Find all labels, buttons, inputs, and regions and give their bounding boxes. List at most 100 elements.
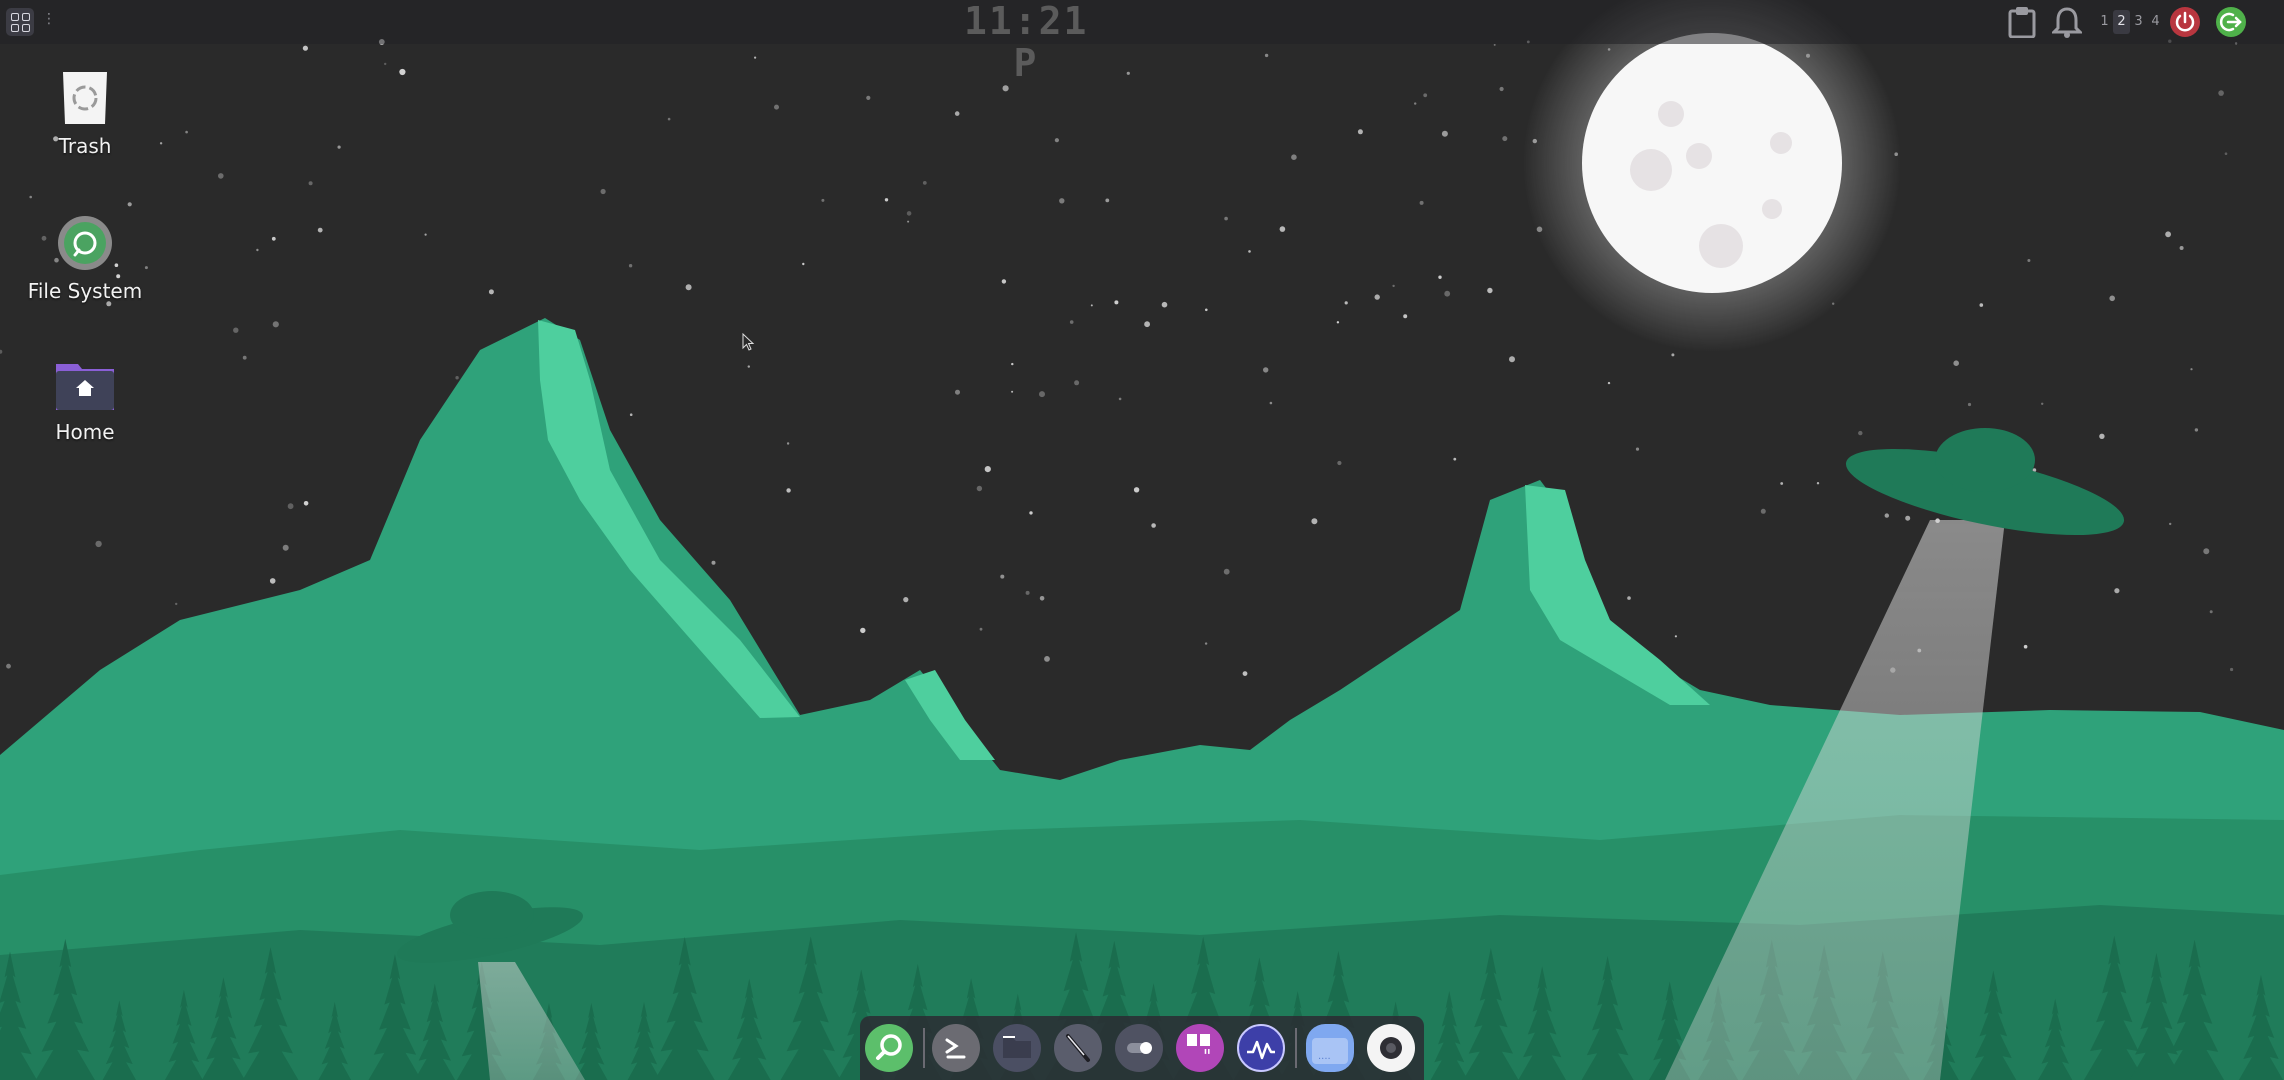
star	[317, 227, 323, 233]
workspace-1[interactable]: 1	[2096, 10, 2113, 34]
workspace-4[interactable]: 4	[2147, 10, 2164, 34]
star	[979, 627, 983, 631]
star	[1248, 250, 1251, 253]
workspace-switcher: 1 2 3 4	[2096, 10, 2164, 34]
star	[1438, 275, 1442, 279]
dock-item-folder[interactable]: ....	[1306, 1024, 1354, 1072]
desktop-icon-trash[interactable]: Trash	[10, 70, 160, 158]
star	[884, 198, 889, 202]
star	[399, 68, 406, 76]
star	[1403, 314, 1408, 319]
clipboard-icon[interactable]	[2008, 6, 2036, 38]
top-panel: ⋮ 11:21 P 1 2 3 4	[0, 0, 2284, 84]
dock-item-settings[interactable]	[1115, 1024, 1163, 1072]
star	[2179, 246, 2184, 250]
desktop-wallpaper	[0, 0, 2284, 1080]
star	[1674, 635, 1677, 638]
system-tray: 1 2 3 4	[1994, 0, 2284, 44]
power-button[interactable]	[2170, 7, 2200, 37]
star	[922, 181, 927, 185]
star	[1336, 321, 1340, 324]
star	[1414, 102, 1417, 105]
star	[308, 181, 313, 186]
star	[6, 663, 11, 669]
star	[2114, 588, 2120, 594]
dock-item-search[interactable]	[865, 1024, 913, 1072]
star	[685, 284, 692, 291]
trash-icon	[63, 72, 107, 124]
star	[272, 321, 279, 328]
star	[2027, 259, 2031, 262]
mouse-cursor-icon	[742, 333, 755, 351]
dock-item-text-editor[interactable]	[1054, 1024, 1102, 1072]
dock-item-system-monitor[interactable]	[1237, 1024, 1285, 1072]
files-icon	[1003, 1036, 1031, 1058]
star	[903, 597, 909, 603]
star	[1979, 303, 1984, 307]
star	[488, 289, 494, 295]
star	[1204, 642, 1208, 645]
star	[1264, 53, 1269, 58]
desktop-icon-label: Trash	[58, 134, 112, 158]
star	[1311, 518, 1318, 525]
star	[1263, 367, 1269, 373]
app-grid-icon[interactable]	[6, 8, 34, 36]
drive-icon	[58, 216, 112, 270]
camera-icon	[1380, 1037, 1402, 1059]
star	[1502, 136, 1508, 142]
star	[1374, 294, 1380, 300]
star	[1118, 397, 1122, 401]
star	[1074, 380, 1080, 386]
panel-clock[interactable]: 11:21 P	[964, 0, 1088, 84]
bell-icon[interactable]	[2052, 6, 2082, 38]
workspace-2[interactable]: 2	[2113, 10, 2130, 34]
panel-handle-icon: ⋮	[42, 11, 56, 27]
star	[175, 602, 178, 606]
star	[2218, 90, 2224, 96]
dock-item-terminal[interactable]	[932, 1024, 980, 1072]
star	[754, 56, 757, 59]
dock-item-files[interactable]	[993, 1024, 1041, 1072]
star	[1029, 511, 1033, 515]
star	[1126, 71, 1130, 75]
star	[1269, 401, 1273, 405]
star	[1205, 308, 1208, 312]
star	[1025, 590, 1030, 595]
star	[866, 95, 871, 100]
star	[1444, 290, 1451, 297]
star	[1291, 154, 1297, 160]
star	[159, 142, 163, 145]
star	[271, 236, 276, 241]
dock-item-quotes[interactable]: "	[1176, 1024, 1224, 1072]
star	[629, 413, 633, 417]
star	[2099, 433, 2105, 439]
star	[1357, 129, 1363, 135]
star	[1627, 596, 1631, 600]
star	[2194, 428, 2199, 432]
star	[984, 466, 991, 473]
star	[667, 117, 671, 121]
workspace-3[interactable]: 3	[2130, 10, 2147, 34]
star	[127, 202, 132, 207]
desktop-icon-home[interactable]: Home	[10, 360, 160, 444]
star	[954, 111, 960, 116]
logout-icon	[2219, 12, 2242, 32]
star	[287, 503, 294, 510]
star	[1905, 515, 1911, 521]
star	[1607, 381, 1611, 385]
star	[1953, 360, 1959, 367]
logout-button[interactable]	[2216, 7, 2246, 37]
star	[1039, 391, 1045, 398]
dock-separator	[1295, 1028, 1297, 1068]
star	[95, 540, 102, 548]
star	[337, 145, 341, 149]
star	[1059, 198, 1065, 204]
star	[1487, 287, 1493, 294]
star	[1884, 513, 1890, 518]
star	[2041, 402, 2044, 405]
star	[711, 560, 716, 565]
dock-item-camera[interactable]	[1367, 1024, 1415, 1072]
star	[976, 485, 983, 492]
text-editor-icon	[1066, 1034, 1090, 1062]
desktop-icon-file-system[interactable]: File System	[10, 215, 160, 303]
